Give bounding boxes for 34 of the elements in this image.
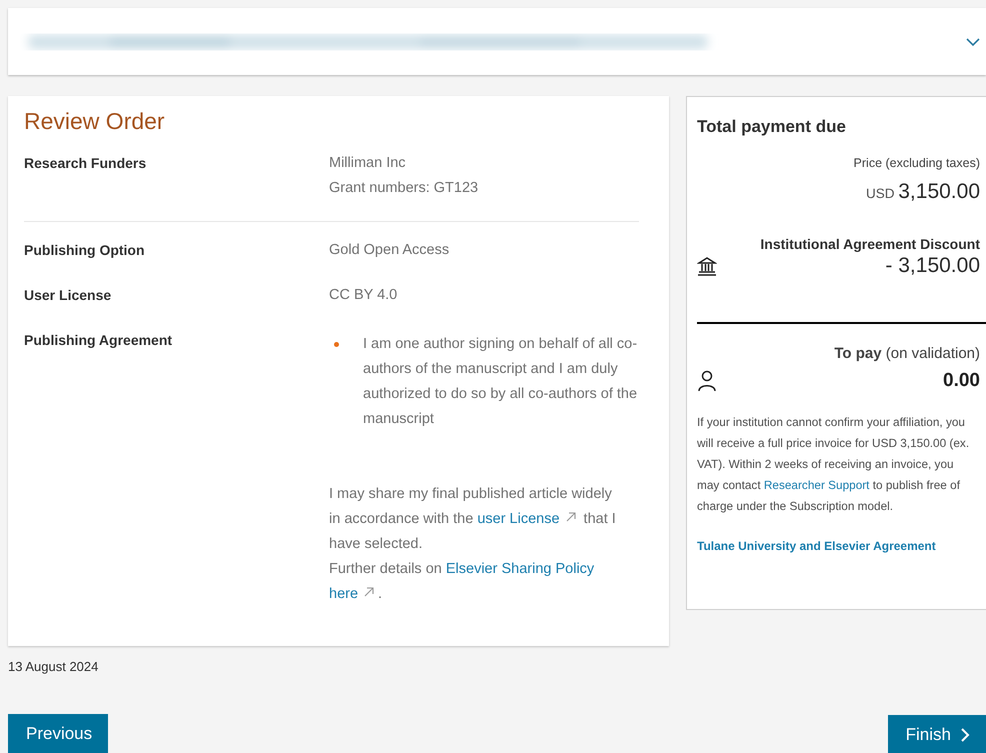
field-value: CC BY 4.0 [329, 286, 398, 305]
field-label: Research Funders [24, 154, 148, 173]
to-pay-amount: 0.00 [943, 370, 980, 392]
field-label: Publishing Option [24, 241, 146, 260]
panel-title: Total payment due [697, 117, 847, 137]
bullet-icon [334, 342, 339, 347]
agreement-link[interactable]: Tulane University and Elsevier Agreement [697, 539, 936, 553]
link[interactable]: Researcher Support [764, 478, 870, 492]
chevron-right-icon [961, 728, 970, 742]
currency-label: USD [866, 186, 894, 201]
sharing-statement: I may share my final published article widely in accordance with the user License that I have selected. Further details on Elsevier Sharing Policy here . [329, 485, 617, 604]
person-icon [697, 370, 717, 392]
affiliation-note: If your institution cannot confirm your affiliation, you will receive a full price invoice for USD 3,150.00 (ex. VAT). Within 2 weeks of receiving an invoice, you may contact Researcher Support to publish free of charge under the Subscription model. [697, 414, 970, 515]
discount-label: Institutional Agreement Discount [760, 236, 980, 252]
price-amount: 3,150.00 [898, 180, 980, 203]
finish-button[interactable]: Finish [888, 715, 986, 753]
field-label: Publishing Agreement [24, 331, 174, 350]
price-label: Price (excluding taxes) [854, 156, 980, 170]
previous-button[interactable]: Previous [8, 714, 108, 753]
link[interactable]: here [329, 586, 358, 602]
field-label: User License [24, 286, 112, 305]
link[interactable]: Elsevier Sharing Policy [446, 561, 594, 577]
discount-amount: - 3,150.00 [885, 254, 980, 278]
external-link-icon [564, 511, 577, 523]
to-pay-label: To pay (on validation) [834, 345, 980, 362]
bank-icon [697, 256, 717, 276]
external-link-icon [363, 586, 376, 598]
link[interactable]: user License [477, 511, 560, 527]
field-value: Gold Open Access [329, 241, 450, 260]
field-value: Grant numbers: GT123 [329, 179, 480, 198]
field-value: Milliman Inc [329, 154, 407, 173]
section-title: Review Order [24, 108, 166, 135]
agreement-statement: I am one author signing on behalf of all co-authors of the manuscript and I am duly authorized to do so by all co-authors of the manuscript [363, 335, 638, 429]
date-label: 13 August 2024 [8, 659, 98, 674]
